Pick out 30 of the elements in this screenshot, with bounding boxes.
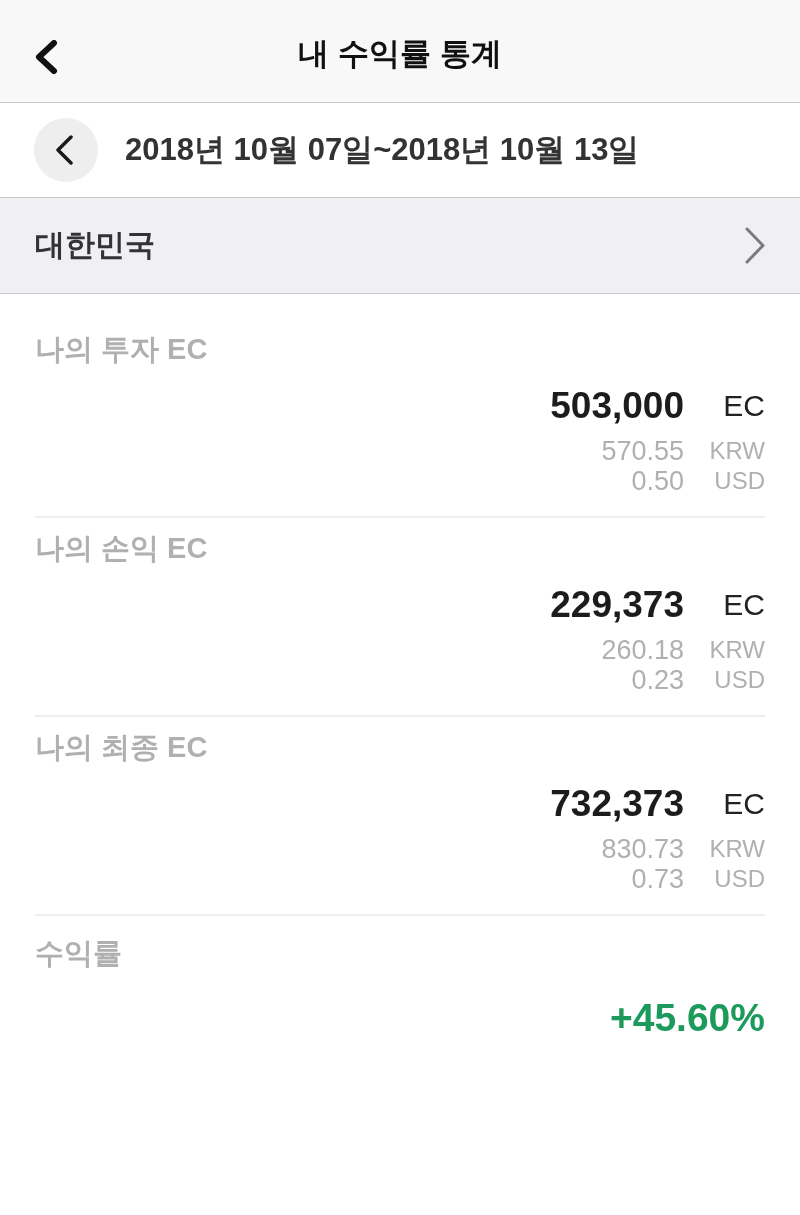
stat-value: 229,373: [550, 583, 684, 627]
converted-amount: 260.18: [601, 635, 684, 665]
stat-label: 나의 최종 EC: [35, 730, 208, 765]
currency-code: KRW: [709, 834, 765, 864]
stat-value: 732,373: [550, 782, 684, 826]
stat-label: 수익률: [35, 936, 122, 971]
currency-code: USD: [714, 864, 765, 894]
currency-code: KRW: [709, 436, 765, 466]
chevron-right-icon: [745, 227, 765, 264]
stat-label: 나의 손익 EC: [35, 531, 208, 566]
unit-label: EC: [723, 388, 765, 424]
page-title: 내 수익률 통계: [298, 35, 502, 73]
unit-label: EC: [723, 786, 765, 822]
stat-value: 503,000: [550, 384, 684, 428]
currency-code: USD: [714, 665, 765, 695]
converted-amount: 830.73: [601, 834, 684, 864]
converted-amount: 570.55: [601, 436, 684, 466]
stat-label: 나의 투자 EC: [35, 332, 208, 367]
converted-amount: 0.73: [631, 864, 684, 894]
return-rate-value: +45.60%: [609, 995, 765, 1041]
currency-code: USD: [714, 466, 765, 496]
currency-code: KRW: [709, 635, 765, 665]
back-button[interactable]: [34, 40, 58, 74]
converted-amount: 0.23: [631, 665, 684, 695]
back-icon: [34, 40, 58, 74]
converted-amount: 0.50: [631, 466, 684, 496]
unit-label: EC: [723, 587, 765, 623]
date-range: 2018년 10월 07일~2018년 10월 13일: [125, 131, 640, 169]
chevron-left-icon: [55, 135, 73, 165]
region-row[interactable]: 대한민국: [0, 198, 800, 294]
